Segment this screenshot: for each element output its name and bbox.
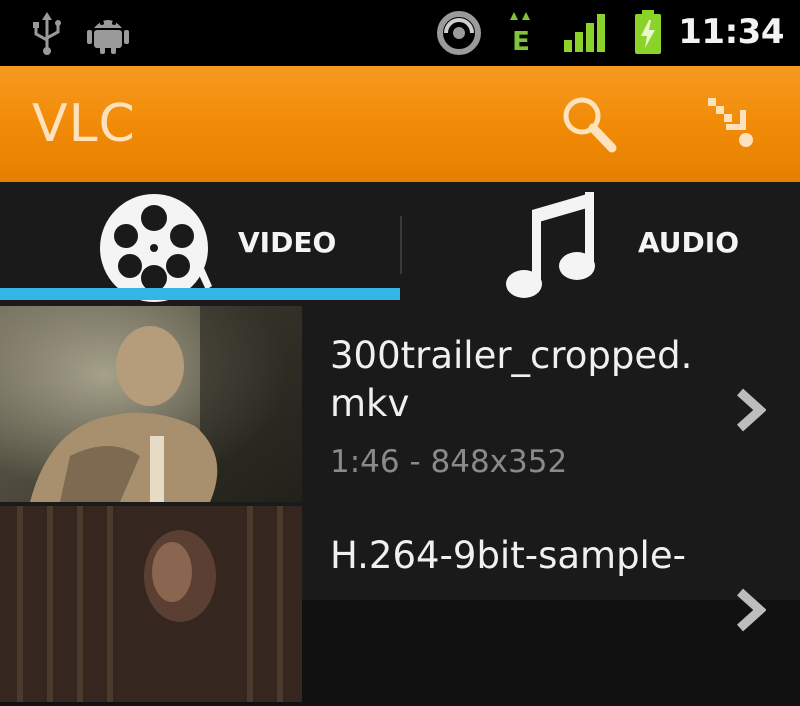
- action-bar: VLC: [0, 66, 800, 182]
- chevron-right-icon: [736, 588, 766, 632]
- usb-icon: [33, 12, 61, 55]
- battery-icon: [635, 10, 661, 54]
- sync-icon: [437, 11, 481, 55]
- data-signal-icon: E: [510, 12, 532, 56]
- media-title: 300trailer_cropped. mkv: [330, 334, 693, 425]
- media-info: 1:46 - 848x352: [330, 444, 568, 480]
- video-thumbnail: [0, 506, 302, 702]
- music-note-icon: [506, 192, 595, 298]
- chevron-right-icon: [736, 388, 766, 432]
- cell-signal-icon: [564, 14, 605, 52]
- clock: 11:34: [678, 12, 784, 52]
- shuffle-direction-button[interactable]: [702, 92, 768, 158]
- search-button[interactable]: [556, 92, 622, 158]
- shuffle-direction-icon: [708, 98, 753, 147]
- video-thumbnail: [0, 306, 302, 502]
- tab-selected-indicator: [0, 288, 400, 300]
- tab-video-label: VIDEO: [238, 226, 337, 259]
- media-title: H.264-9bit-sample-: [330, 534, 686, 577]
- android-debug-icon: [87, 20, 129, 54]
- media-list: 300trailer_cropped. mkv 1:46 - 848x352 H…: [0, 306, 800, 702]
- tab-audio-label: AUDIO: [638, 226, 740, 259]
- data-type-label: E: [512, 27, 530, 56]
- media-item-300trailer[interactable]: 300trailer_cropped. mkv 1:46 - 848x352: [0, 306, 800, 506]
- media-item-h264-9bit[interactable]: H.264-9bit-sample-: [0, 506, 800, 706]
- search-icon: [563, 97, 617, 153]
- app-title: VLC: [32, 94, 136, 154]
- tab-audio[interactable]: AUDIO: [402, 182, 800, 306]
- status-bar: E 11:34: [0, 0, 800, 66]
